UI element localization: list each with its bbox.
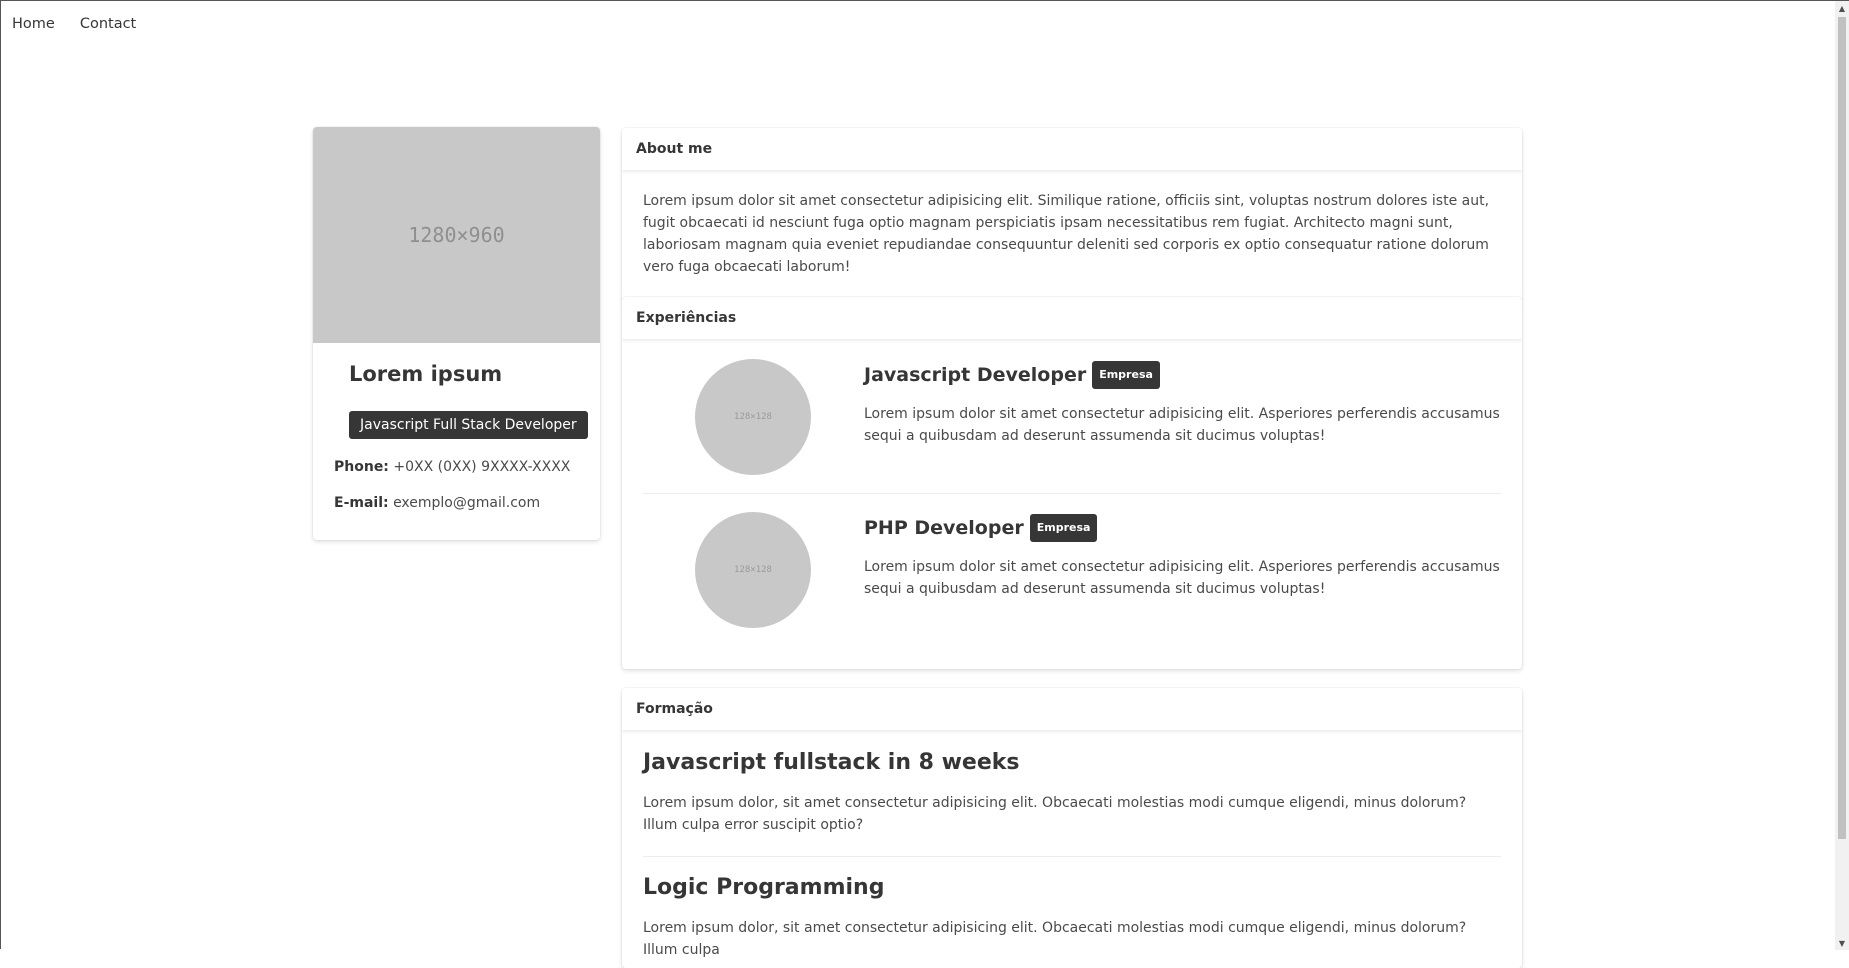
email-value: exemplo@gmail.com — [393, 495, 541, 511]
education-card: Formação Javascript fullstack in 8 weeks… — [622, 688, 1522, 968]
experiences-list: 128×128 Javascript Developer Empresa Lor… — [622, 339, 1522, 646]
scrollbar-thumb[interactable] — [1838, 17, 1846, 839]
avatar-label: 128×128 — [734, 565, 772, 575]
scroll-down-icon[interactable]: ▼ — [1835, 936, 1849, 950]
top-navbar: Home Contact — [1, 1, 161, 47]
experience-title: Javascript Developer — [864, 364, 1087, 386]
experience-item: 128×128 PHP Developer Empresa Lorem ipsu… — [643, 494, 1501, 646]
education-list: Javascript fullstack in 8 weeks Lorem ip… — [622, 730, 1522, 968]
education-title: Logic Programming — [643, 875, 885, 900]
education-card-header: Formação — [622, 688, 1522, 730]
company-tag: Empresa — [1092, 361, 1160, 389]
nav-link-home[interactable]: Home — [12, 16, 55, 32]
experience-item: 128×128 Javascript Developer Empresa Lor… — [643, 341, 1501, 494]
phone-line: Phone: +0XX (0XX) 9XXXX-XXXX — [334, 459, 570, 475]
company-avatar: 128×128 — [695, 512, 811, 628]
experiences-card-header: Experiências — [622, 297, 1522, 339]
education-item: Logic Programming Lorem ipsum dolor, sit… — [643, 877, 1501, 968]
company-avatar: 128×128 — [695, 359, 811, 475]
profile-image-label: 1280×960 — [408, 223, 505, 247]
experience-description: Lorem ipsum dolor sit amet consectetur a… — [864, 406, 1500, 444]
experience-description: Lorem ipsum dolor sit amet consectetur a… — [864, 559, 1500, 597]
nav-link-contact[interactable]: Contact — [80, 16, 136, 32]
education-description: Lorem ipsum dolor, sit amet consectetur … — [643, 920, 1467, 958]
role-tag: Javascript Full Stack Developer — [349, 411, 588, 439]
company-tag: Empresa — [1029, 514, 1098, 542]
vertical-scrollbar[interactable]: ▲ ▼ — [1835, 1, 1849, 950]
education-description: Lorem ipsum dolor, sit amet consectetur … — [643, 795, 1467, 833]
email-label: E-mail: — [334, 495, 389, 511]
education-item: Javascript fullstack in 8 weeks Lorem ip… — [643, 752, 1501, 857]
profile-image-placeholder: 1280×960 — [313, 127, 600, 343]
scroll-up-icon[interactable]: ▲ — [1835, 1, 1849, 15]
profile-name: Lorem ipsum — [349, 362, 503, 386]
about-card-header: About me — [622, 128, 1522, 170]
education-title: Javascript fullstack in 8 weeks — [643, 750, 1020, 775]
experiences-card: Experiências 128×128 Javascript Develope… — [622, 297, 1522, 669]
about-text: Lorem ipsum dolor sit amet consectetur a… — [643, 193, 1490, 275]
avatar-label: 128×128 — [734, 412, 772, 422]
profile-card: 1280×960 Lorem ipsum Javascript Full Sta… — [313, 127, 600, 540]
phone-label: Phone: — [334, 459, 389, 475]
email-line: E-mail: exemplo@gmail.com — [334, 495, 540, 511]
phone-value: +0XX (0XX) 9XXXX-XXXX — [393, 459, 571, 475]
about-card: About me Lorem ipsum dolor sit amet cons… — [622, 128, 1522, 302]
experience-title: PHP Developer — [864, 517, 1024, 539]
